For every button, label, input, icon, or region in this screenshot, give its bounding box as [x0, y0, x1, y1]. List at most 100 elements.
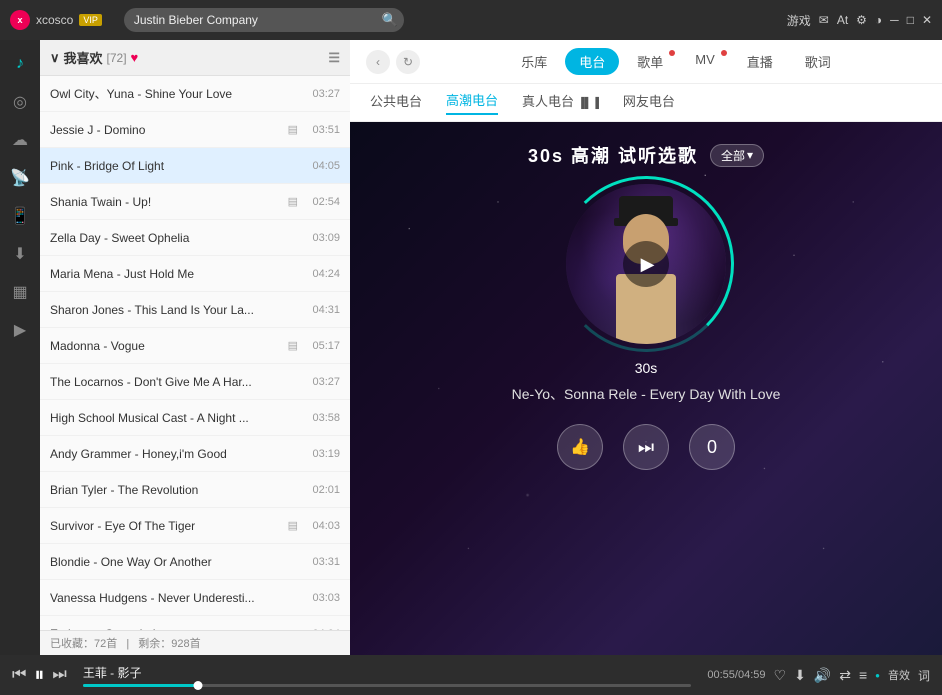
playlist-heart-icon[interactable]: ♥: [131, 50, 139, 65]
list-item[interactable]: Eminem - Crazy In Love 04:04: [40, 616, 350, 630]
song-duration: 03:27: [304, 376, 340, 388]
list-item[interactable]: Survivor - Eye Of The Tiger ▤ 04:03: [40, 508, 350, 544]
titlebar: x xcosco VIP 🔍 游戏 ✉ At ⚙ ◑ ─ □ ✕: [0, 0, 942, 40]
sub-nav: 公共电台 高潮电台 真人电台 ▐▌▐ 网友电台: [350, 84, 942, 122]
skin-icon[interactable]: ◑: [875, 13, 882, 27]
song-duration: 03:09: [304, 232, 340, 244]
list-item[interactable]: Sharon Jones - This Land Is Your La... 0…: [40, 292, 350, 328]
content-area: ‹ ↻ 乐库 电台 歌单 MV 直播 歌词 公共电台 高潮电台 真人电台 ▐▌▐…: [350, 40, 942, 655]
titlebar-right: 游戏 ✉ At ⚙ ◑ ─ □ ✕: [787, 12, 932, 29]
song-duration: 04:03: [304, 520, 340, 532]
sub-tab-live[interactable]: 真人电台 ▐▌▐: [522, 91, 599, 114]
playlist-header: ∨ 我喜欢 [72] ♥ ☰: [40, 40, 350, 76]
song-duration: 03:03: [304, 592, 340, 604]
station-title-row: 30s 高潮 试听选歌 全部 ▾: [528, 142, 764, 168]
play-icon: ▶: [641, 254, 655, 275]
list-item[interactable]: High School Musical Cast - A Night ... 0…: [40, 400, 350, 436]
queue-button[interactable]: ≡: [859, 667, 867, 683]
tab-lyrics[interactable]: 歌词: [791, 48, 845, 75]
list-item[interactable]: Vanessa Hudgens - Never Underesti... 03:…: [40, 580, 350, 616]
chevron-down-icon: ▾: [747, 148, 753, 162]
mv-icon: ▤: [288, 519, 298, 532]
repeat-button[interactable]: ⇄: [839, 667, 851, 684]
sidebar-item-apps[interactable]: ▦: [4, 276, 36, 308]
song-duration: 03:51: [304, 124, 340, 136]
list-item[interactable]: Zella Day - Sweet Ophelia 03:09: [40, 220, 350, 256]
nav-refresh-btn[interactable]: ↻: [396, 50, 420, 74]
remaining-label: 剩余：928首: [138, 638, 200, 650]
list-item[interactable]: Jessie J - Domino ▤ 03:51: [40, 112, 350, 148]
lyrics-button[interactable]: 词: [918, 667, 930, 684]
prev-button[interactable]: ⏮: [12, 666, 26, 684]
search-input[interactable]: [124, 8, 404, 32]
playlist-title: 我喜欢: [64, 48, 103, 67]
list-item[interactable]: Pink - Bridge Of Light 04:05: [40, 148, 350, 184]
sub-tab-user[interactable]: 网友电台: [623, 91, 675, 114]
song-name: Madonna - Vogue: [50, 339, 282, 353]
sidebar-item-cloud[interactable]: ☁: [4, 124, 36, 156]
download-button[interactable]: ⬇: [794, 667, 806, 684]
sidebar-item-music[interactable]: ♪: [4, 48, 36, 80]
mail-icon[interactable]: ✉: [819, 13, 829, 27]
search-icon[interactable]: 🔍: [382, 12, 398, 28]
song-name: Shania Twain - Up!: [50, 195, 282, 209]
player-info: 王菲 - 影子: [83, 664, 692, 687]
time-total: 04:59: [738, 669, 766, 681]
list-item[interactable]: Brian Tyler - The Revolution 02:01: [40, 472, 350, 508]
mv-icon: ▤: [288, 339, 298, 352]
all-button[interactable]: 全部 ▾: [710, 144, 764, 167]
sound-effect-button[interactable]: 音效: [888, 667, 910, 683]
list-item[interactable]: Shania Twain - Up! ▤ 02:54: [40, 184, 350, 220]
volume-button[interactable]: 🔊: [814, 667, 831, 684]
sub-tab-highnote[interactable]: 高潮电台: [446, 90, 498, 115]
pause-button[interactable]: ⏸: [34, 664, 44, 687]
song-name: Sharon Jones - This Land Is Your La...: [50, 303, 304, 317]
list-item[interactable]: The Locarnos - Don't Give Me A Har... 03…: [40, 364, 350, 400]
tab-live[interactable]: 直播: [733, 48, 787, 75]
play-overlay-button[interactable]: ▶: [623, 241, 669, 287]
sub-tab-public[interactable]: 公共电台: [370, 91, 422, 114]
next-button[interactable]: ⏭: [52, 666, 66, 684]
app-name: xcosco: [36, 13, 73, 27]
progress-fill: [83, 684, 199, 687]
nav-back-btn[interactable]: ‹: [366, 50, 390, 74]
playlist-expand-icon[interactable]: ∨: [50, 50, 60, 66]
minimize-btn[interactable]: ─: [890, 13, 899, 27]
song-name: Survivor - Eye Of The Tiger: [50, 519, 282, 533]
next-song-button[interactable]: ⏭: [623, 424, 669, 470]
song-duration: 03:58: [304, 412, 340, 424]
heart-button[interactable]: ♡: [774, 667, 787, 684]
song-name: Vanessa Hudgens - Never Underesti...: [50, 591, 304, 605]
song-duration: 04:31: [304, 304, 340, 316]
player-time: 00:55/04:59: [707, 669, 765, 681]
tab-playlist[interactable]: 歌单: [623, 48, 677, 75]
list-item[interactable]: Owl City、Yuna - Shine Your Love 03:27: [40, 76, 350, 112]
song-name: Pink - Bridge Of Light: [50, 159, 304, 173]
tab-library[interactable]: 乐库: [507, 48, 561, 75]
song-name: The Locarnos - Don't Give Me A Har...: [50, 375, 304, 389]
list-item[interactable]: Madonna - Vogue ▤ 05:17: [40, 328, 350, 364]
sidebar-item-download[interactable]: ⬇: [4, 238, 36, 270]
song-name: Owl City、Yuna - Shine Your Love: [50, 85, 304, 102]
list-item[interactable]: Blondie - One Way Or Another 03:31: [40, 544, 350, 580]
list-item[interactable]: Maria Mena - Just Hold Me 04:24: [40, 256, 350, 292]
close-btn[interactable]: ✕: [922, 13, 932, 27]
sidebar-item-discover[interactable]: ◎: [4, 86, 36, 118]
maximize-btn[interactable]: □: [907, 13, 914, 27]
tab-mv[interactable]: MV: [681, 48, 729, 75]
games-label[interactable]: 游戏: [787, 12, 811, 29]
playlist-menu-icon[interactable]: ☰: [328, 50, 340, 66]
progress-bar[interactable]: [83, 684, 692, 687]
sidebar-item-radio[interactable]: 📡: [4, 162, 36, 194]
settings-icon[interactable]: ⚙: [856, 13, 867, 27]
count-display: 0: [689, 424, 735, 470]
sidebar-item-phone[interactable]: 📱: [4, 200, 36, 232]
playlist-footer: 已收藏：72首 | 剩余：928首: [40, 630, 350, 655]
like-button[interactable]: 👍: [557, 424, 603, 470]
sidebar-item-video[interactable]: ▶: [4, 314, 36, 346]
song-name: Zella Day - Sweet Ophelia: [50, 231, 304, 245]
tab-station[interactable]: 电台: [565, 48, 619, 75]
list-item[interactable]: Andy Grammer - Honey,i'm Good 03:19: [40, 436, 350, 472]
at-label[interactable]: At: [837, 13, 848, 27]
song-duration: 05:17: [304, 340, 340, 352]
